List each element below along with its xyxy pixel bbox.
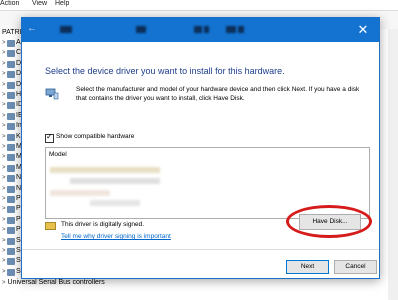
device-category-icon [7, 248, 15, 255]
expand-icon[interactable]: > [2, 61, 6, 67]
close-icon[interactable]: ✕ [347, 18, 379, 42]
expand-icon[interactable]: > [2, 175, 6, 181]
expand-icon[interactable]: > [2, 40, 6, 46]
menu-help[interactable]: Help [55, 0, 69, 7]
device-category-icon [7, 164, 15, 172]
expand-icon[interactable]: > [2, 248, 6, 254]
expand-icon[interactable]: > [2, 50, 6, 56]
expand-icon[interactable]: > [2, 123, 6, 129]
driver-signing-link[interactable]: Tell me why driver signing is important [61, 233, 171, 240]
show-compatible-label[interactable]: Show compatible hardware [56, 133, 134, 140]
device-category-icon [7, 227, 15, 235]
background-menubar: Action View Help [0, 0, 398, 11]
expand-icon[interactable]: > [2, 113, 6, 119]
device-category-icon [7, 144, 15, 151]
next-button[interactable]: Next [286, 260, 329, 274]
device-category-icon [7, 81, 15, 89]
device-category-icon [7, 258, 15, 266]
checkmark-icon: ✓ [46, 132, 53, 141]
expand-icon[interactable]: > [2, 82, 6, 88]
dialog-titlebar: ← ✕ [22, 18, 379, 42]
device-category-icon [7, 50, 15, 58]
expand-icon[interactable]: > [2, 165, 6, 171]
instructions-text: Select the manufacturer and model of you… [76, 86, 360, 102]
signed-status-text: This driver is digitally signed. [61, 221, 145, 228]
highlight-ellipse [286, 205, 372, 238]
model-column-header: Model [49, 151, 67, 158]
redacted-title [22, 18, 379, 42]
expand-icon[interactable]: > [2, 227, 6, 233]
expand-icon[interactable]: > [2, 102, 6, 108]
device-category-icon [7, 71, 15, 79]
update-driver-dialog: ← ✕ Select the device driver you want to… [21, 17, 380, 279]
device-category-icon [7, 133, 15, 141]
dialog-heading: Select the device driver you want to ins… [45, 66, 285, 76]
device-category-icon [7, 60, 15, 68]
expand-icon[interactable]: > [2, 186, 6, 192]
background-scrollbar[interactable] [388, 29, 398, 300]
expand-icon[interactable]: > [2, 206, 6, 212]
hardware-icon [45, 88, 59, 100]
show-compatible-checkbox[interactable]: ✓ [45, 132, 54, 143]
menu-action[interactable]: Action [0, 0, 19, 7]
device-category-icon [7, 175, 15, 183]
cancel-button[interactable]: Cancel [334, 260, 377, 274]
menu-view[interactable]: View [32, 0, 47, 7]
expand-icon[interactable]: > [2, 196, 6, 202]
expand-icon[interactable]: > [2, 71, 6, 77]
device-category-icon [7, 102, 15, 110]
tree-item-usb[interactable]: > Universal Serial Bus controllers [2, 279, 105, 286]
device-category-icon [7, 123, 15, 131]
signed-driver-icon [45, 222, 56, 230]
redacted-model-rows [50, 164, 350, 209]
expand-icon[interactable]: > [2, 92, 6, 98]
expand-icon[interactable]: > [2, 134, 6, 140]
device-category-icon [7, 206, 15, 214]
footer-divider [22, 249, 379, 250]
device-category-icon [7, 40, 15, 47]
expand-icon[interactable]: > [2, 144, 6, 150]
device-category-icon [7, 185, 15, 193]
device-category-icon [7, 154, 15, 162]
expand-icon[interactable]: > [2, 217, 6, 223]
device-category-icon [7, 92, 15, 99]
device-category-icon [7, 112, 15, 120]
expand-icon[interactable]: > [2, 258, 6, 264]
device-category-icon [7, 237, 15, 245]
expand-icon[interactable]: > [2, 238, 6, 244]
device-category-icon [7, 268, 15, 276]
expand-icon[interactable]: > [2, 280, 6, 286]
expand-icon[interactable]: > [2, 154, 6, 160]
device-category-icon [7, 196, 15, 203]
expand-icon[interactable]: > [2, 269, 6, 275]
device-category-icon [7, 216, 15, 224]
